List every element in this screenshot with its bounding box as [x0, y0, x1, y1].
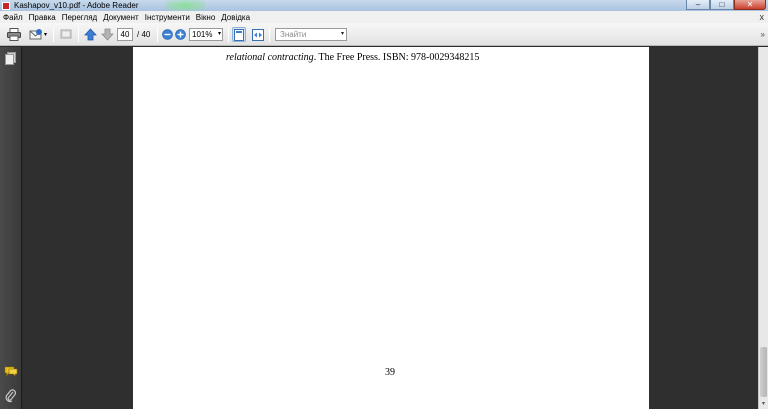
zoom-level-value: 101%: [192, 30, 213, 39]
menu-window[interactable]: Вікно: [193, 13, 218, 22]
window-title: Kashapov_v10.pdf - Adobe Reader: [14, 1, 139, 10]
page-number-input[interactable]: 40: [117, 28, 133, 41]
window-controls: – □ ✕: [686, 0, 766, 11]
vertical-scrollbar[interactable]: ▾: [758, 47, 768, 409]
email-button[interactable]: ▾: [27, 27, 49, 42]
menu-file[interactable]: Файл: [0, 13, 26, 22]
arrow-down-icon: [101, 28, 114, 41]
toolbar-separator: [157, 27, 158, 42]
fit-width-icon: [252, 28, 264, 41]
toolbar-expand-button[interactable]: »: [761, 30, 765, 39]
menu-tools[interactable]: Інструменти: [142, 13, 193, 22]
pdf-page: relational contracting. The Free Press. …: [133, 47, 649, 409]
zoom-out-icon: [161, 29, 173, 40]
toolbar-separator: [269, 27, 270, 42]
maximize-button[interactable]: □: [710, 0, 734, 10]
comments-panel-button[interactable]: [4, 366, 18, 379]
reference-title-italic: relational contracting: [226, 52, 314, 63]
zoom-out-button[interactable]: [161, 27, 173, 42]
page-footer-number: 39: [385, 367, 395, 378]
close-button[interactable]: ✕: [734, 0, 766, 10]
zoom-level-select[interactable]: 101% ▾: [189, 28, 223, 41]
zoom-dropdown-icon: ▾: [217, 31, 221, 37]
scroll-down-arrow[interactable]: ▾: [759, 400, 768, 409]
pages-panel-icon: [5, 52, 16, 65]
title-bar-glow: [165, 0, 205, 11]
arrow-up-icon: [84, 28, 97, 41]
adobe-reader-icon: [2, 1, 10, 10]
document-close-button[interactable]: x: [760, 12, 765, 22]
toolbar-separator: [53, 27, 54, 42]
find-dropdown-icon: ▾: [340, 31, 344, 37]
find-placeholder: Знайти: [280, 30, 307, 39]
comment-icon: [60, 29, 72, 39]
fit-width-button[interactable]: [251, 27, 265, 42]
previous-page-button[interactable]: [83, 27, 98, 42]
zoom-in-button[interactable]: [174, 27, 186, 42]
fit-page-button[interactable]: [232, 27, 246, 42]
comment-button[interactable]: [58, 27, 74, 42]
attachments-panel-button[interactable]: [5, 389, 17, 405]
comments-panel-icon: [4, 366, 18, 377]
toolbar-separator: [228, 27, 229, 42]
menu-help[interactable]: Довідка: [218, 13, 253, 22]
reference-text: relational contracting. The Free Press. …: [226, 52, 479, 63]
menu-edit[interactable]: Правка: [26, 13, 59, 22]
minimize-button[interactable]: –: [686, 0, 710, 10]
toolbar: ▾ 40 / 40 101% ▾ Знайти ▾ »: [0, 23, 768, 46]
next-page-button[interactable]: [100, 27, 115, 42]
fit-page-icon: [234, 28, 244, 41]
menu-bar: Файл Правка Перегляд Документ Інструмент…: [0, 11, 768, 23]
title-bar: Kashapov_v10.pdf - Adobe Reader – □ ✕: [0, 0, 768, 11]
menu-view[interactable]: Перегляд: [59, 13, 101, 22]
find-input[interactable]: Знайти ▾: [275, 28, 347, 41]
email-dropdown-icon: ▾: [43, 32, 47, 38]
email-icon: [29, 29, 42, 40]
menu-document[interactable]: Документ: [100, 13, 142, 22]
toolbar-separator: [78, 27, 79, 42]
reference-publisher: . The Free Press. ISBN: 978-0029348215: [313, 52, 480, 63]
document-area[interactable]: relational contracting. The Free Press. …: [23, 47, 758, 409]
paperclip-icon: [5, 389, 16, 403]
pages-panel-button[interactable]: [4, 52, 17, 68]
printer-icon: [7, 28, 21, 41]
zoom-in-icon: [174, 29, 186, 40]
print-button[interactable]: [6, 27, 22, 42]
scrollbar-thumb[interactable]: [760, 347, 767, 397]
page-total-label: / 40: [137, 30, 151, 39]
navigation-panel: [0, 47, 22, 409]
